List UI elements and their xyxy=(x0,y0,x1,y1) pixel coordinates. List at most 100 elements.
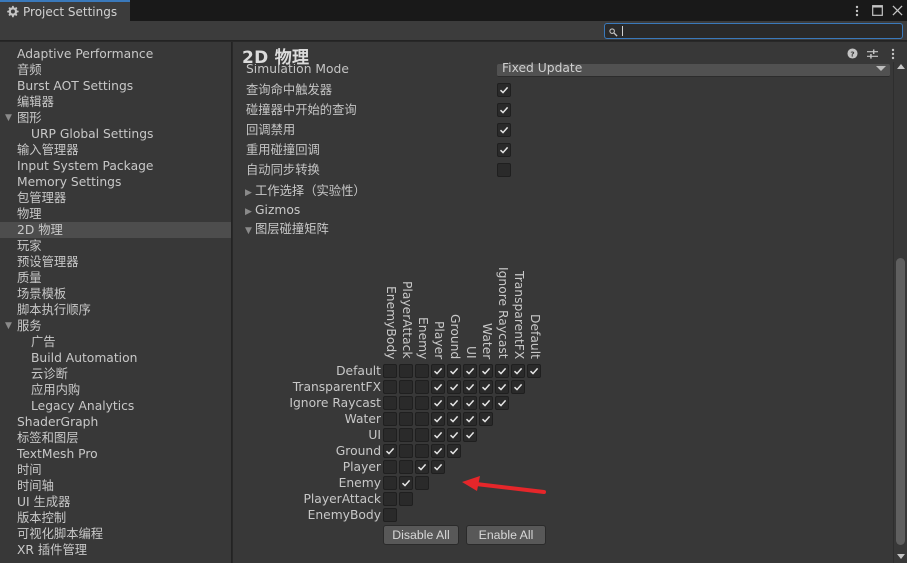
collision-toggle-default-enemy[interactable] xyxy=(415,364,429,378)
collision-toggle-ground-enemy[interactable] xyxy=(415,444,429,458)
collision-toggle-ground-player[interactable] xyxy=(431,444,445,458)
collision-toggle-default-water[interactable] xyxy=(479,364,493,378)
search-input[interactable] xyxy=(604,23,903,39)
simulation-mode-dropdown[interactable]: Fixed Update xyxy=(497,61,890,77)
collision-toggle-ground-playerattack[interactable] xyxy=(399,444,413,458)
collision-toggle-enemybody-enemybody[interactable] xyxy=(383,508,397,522)
sidebar-item[interactable]: 2D 物理 xyxy=(0,222,231,238)
collision-toggle-ignore-raycast-ground[interactable] xyxy=(447,396,461,410)
collision-toggle-transparentfx-ui[interactable] xyxy=(463,380,477,394)
collision-toggle-ui-enemy[interactable] xyxy=(415,428,429,442)
tab-project-settings[interactable]: Project Settings xyxy=(0,0,130,21)
collision-toggle-ignore-raycast-water[interactable] xyxy=(479,396,493,410)
sidebar-item[interactable]: Adaptive Performance xyxy=(0,46,231,62)
sidebar-item[interactable]: 包管理器 xyxy=(0,190,231,206)
toggle-checkbox[interactable] xyxy=(497,83,511,97)
sidebar-item[interactable]: Build Automation xyxy=(0,350,231,366)
sidebar-item[interactable]: Memory Settings xyxy=(0,174,231,190)
collision-toggle-ignore-raycast-enemybody[interactable] xyxy=(383,396,397,410)
collapsed-arrow-icon[interactable]: ▶ xyxy=(245,203,255,221)
collapsed-arrow-icon[interactable]: ▶ xyxy=(245,184,255,202)
sidebar-item[interactable]: 时间 xyxy=(0,462,231,478)
collision-toggle-enemy-enemy[interactable] xyxy=(415,476,429,490)
sidebar-item[interactable]: 物理 xyxy=(0,206,231,222)
sidebar-item[interactable]: 音频 xyxy=(0,62,231,78)
collision-toggle-water-water[interactable] xyxy=(479,412,493,426)
foldout-section[interactable]: ▶ Gizmos xyxy=(245,201,300,219)
toggle-checkbox[interactable] xyxy=(497,143,511,157)
maximize-icon[interactable] xyxy=(871,4,883,17)
sidebar-item[interactable]: 场景模板 xyxy=(0,286,231,302)
collision-toggle-water-ground[interactable] xyxy=(447,412,461,426)
close-icon[interactable] xyxy=(891,4,903,17)
collision-toggle-transparentfx-ignore-raycast[interactable] xyxy=(495,380,509,394)
expanded-arrow-icon[interactable]: ▼ xyxy=(245,222,255,240)
collision-toggle-default-ui[interactable] xyxy=(463,364,477,378)
collision-toggle-player-playerattack[interactable] xyxy=(399,460,413,474)
collision-toggle-transparentfx-transparentfx[interactable] xyxy=(511,380,525,394)
collision-toggle-ground-ground[interactable] xyxy=(447,444,461,458)
collision-toggle-player-player[interactable] xyxy=(431,460,445,474)
sidebar-item[interactable]: 广告 xyxy=(0,334,231,350)
collision-toggle-transparentfx-ground[interactable] xyxy=(447,380,461,394)
scrollbar-thumb[interactable] xyxy=(896,258,905,545)
collision-toggle-ignore-raycast-player[interactable] xyxy=(431,396,445,410)
collision-toggle-enemy-playerattack[interactable] xyxy=(399,476,413,490)
collision-toggle-water-player[interactable] xyxy=(431,412,445,426)
collision-toggle-player-enemybody[interactable] xyxy=(383,460,397,474)
sidebar-item[interactable]: 预设管理器 xyxy=(0,254,231,270)
collision-toggle-default-ignore-raycast[interactable] xyxy=(495,364,509,378)
collision-toggle-player-enemy[interactable] xyxy=(415,460,429,474)
collision-toggle-water-enemybody[interactable] xyxy=(383,412,397,426)
toggle-checkbox[interactable] xyxy=(497,103,511,117)
collision-toggle-ui-enemybody[interactable] xyxy=(383,428,397,442)
collision-toggle-default-default[interactable] xyxy=(527,364,541,378)
more-options-icon[interactable] xyxy=(887,48,898,59)
sidebar-item[interactable]: ShaderGraph xyxy=(0,414,231,430)
sidebar-item[interactable]: 版本控制 xyxy=(0,510,231,526)
sidebar-item[interactable]: Burst AOT Settings xyxy=(0,78,231,94)
sidebar-item[interactable]: URP Global Settings xyxy=(0,126,231,142)
sidebar-item[interactable]: XR 插件管理 xyxy=(0,542,231,558)
foldout-section[interactable]: ▼ 图层碰撞矩阵 xyxy=(245,220,329,238)
collision-toggle-ignore-raycast-playerattack[interactable] xyxy=(399,396,413,410)
collision-toggle-ui-player[interactable] xyxy=(431,428,445,442)
scroll-down-icon[interactable] xyxy=(897,554,905,559)
enable-all-button[interactable]: Enable All xyxy=(466,525,546,545)
disable-all-button[interactable]: Disable All xyxy=(383,525,459,545)
collision-toggle-transparentfx-player[interactable] xyxy=(431,380,445,394)
more-options-icon[interactable] xyxy=(851,4,863,17)
toggle-checkbox[interactable] xyxy=(497,123,511,137)
sidebar-item[interactable]: ▼ 图形 xyxy=(0,110,231,126)
collision-toggle-default-ground[interactable] xyxy=(447,364,461,378)
foldout-arrow-icon[interactable]: ▼ xyxy=(5,110,12,126)
sidebar-item[interactable]: TextMesh Pro xyxy=(0,446,231,462)
collision-toggle-transparentfx-enemybody[interactable] xyxy=(383,380,397,394)
collision-toggle-default-enemybody[interactable] xyxy=(383,364,397,378)
collision-toggle-ui-ui[interactable] xyxy=(463,428,477,442)
collision-toggle-default-playerattack[interactable] xyxy=(399,364,413,378)
collision-toggle-transparentfx-playerattack[interactable] xyxy=(399,380,413,394)
collision-toggle-ui-playerattack[interactable] xyxy=(399,428,413,442)
scroll-up-icon[interactable] xyxy=(897,64,905,69)
foldout-arrow-icon[interactable]: ▼ xyxy=(5,318,12,334)
sidebar-item[interactable]: 标签和图层 xyxy=(0,430,231,446)
help-icon[interactable]: ? xyxy=(847,48,858,59)
collision-toggle-enemy-enemybody[interactable] xyxy=(383,476,397,490)
collision-toggle-water-ui[interactable] xyxy=(463,412,477,426)
collision-toggle-playerattack-playerattack[interactable] xyxy=(399,492,413,506)
collision-toggle-water-playerattack[interactable] xyxy=(399,412,413,426)
collision-toggle-ignore-raycast-ignore-raycast[interactable] xyxy=(495,396,509,410)
preset-icon[interactable] xyxy=(867,48,878,59)
sidebar-item[interactable]: 编辑器 xyxy=(0,94,231,110)
toggle-checkbox[interactable] xyxy=(497,163,511,177)
sidebar-item[interactable]: 质量 xyxy=(0,270,231,286)
collision-toggle-ui-ground[interactable] xyxy=(447,428,461,442)
collision-toggle-default-player[interactable] xyxy=(431,364,445,378)
sidebar-item[interactable]: 时间轴 xyxy=(0,478,231,494)
sidebar-item[interactable]: 输入管理器 xyxy=(0,142,231,158)
collision-toggle-ground-enemybody[interactable] xyxy=(383,444,397,458)
collision-toggle-ignore-raycast-enemy[interactable] xyxy=(415,396,429,410)
sidebar-item[interactable]: 脚本执行顺序 xyxy=(0,302,231,318)
vertical-scrollbar[interactable] xyxy=(893,62,907,563)
